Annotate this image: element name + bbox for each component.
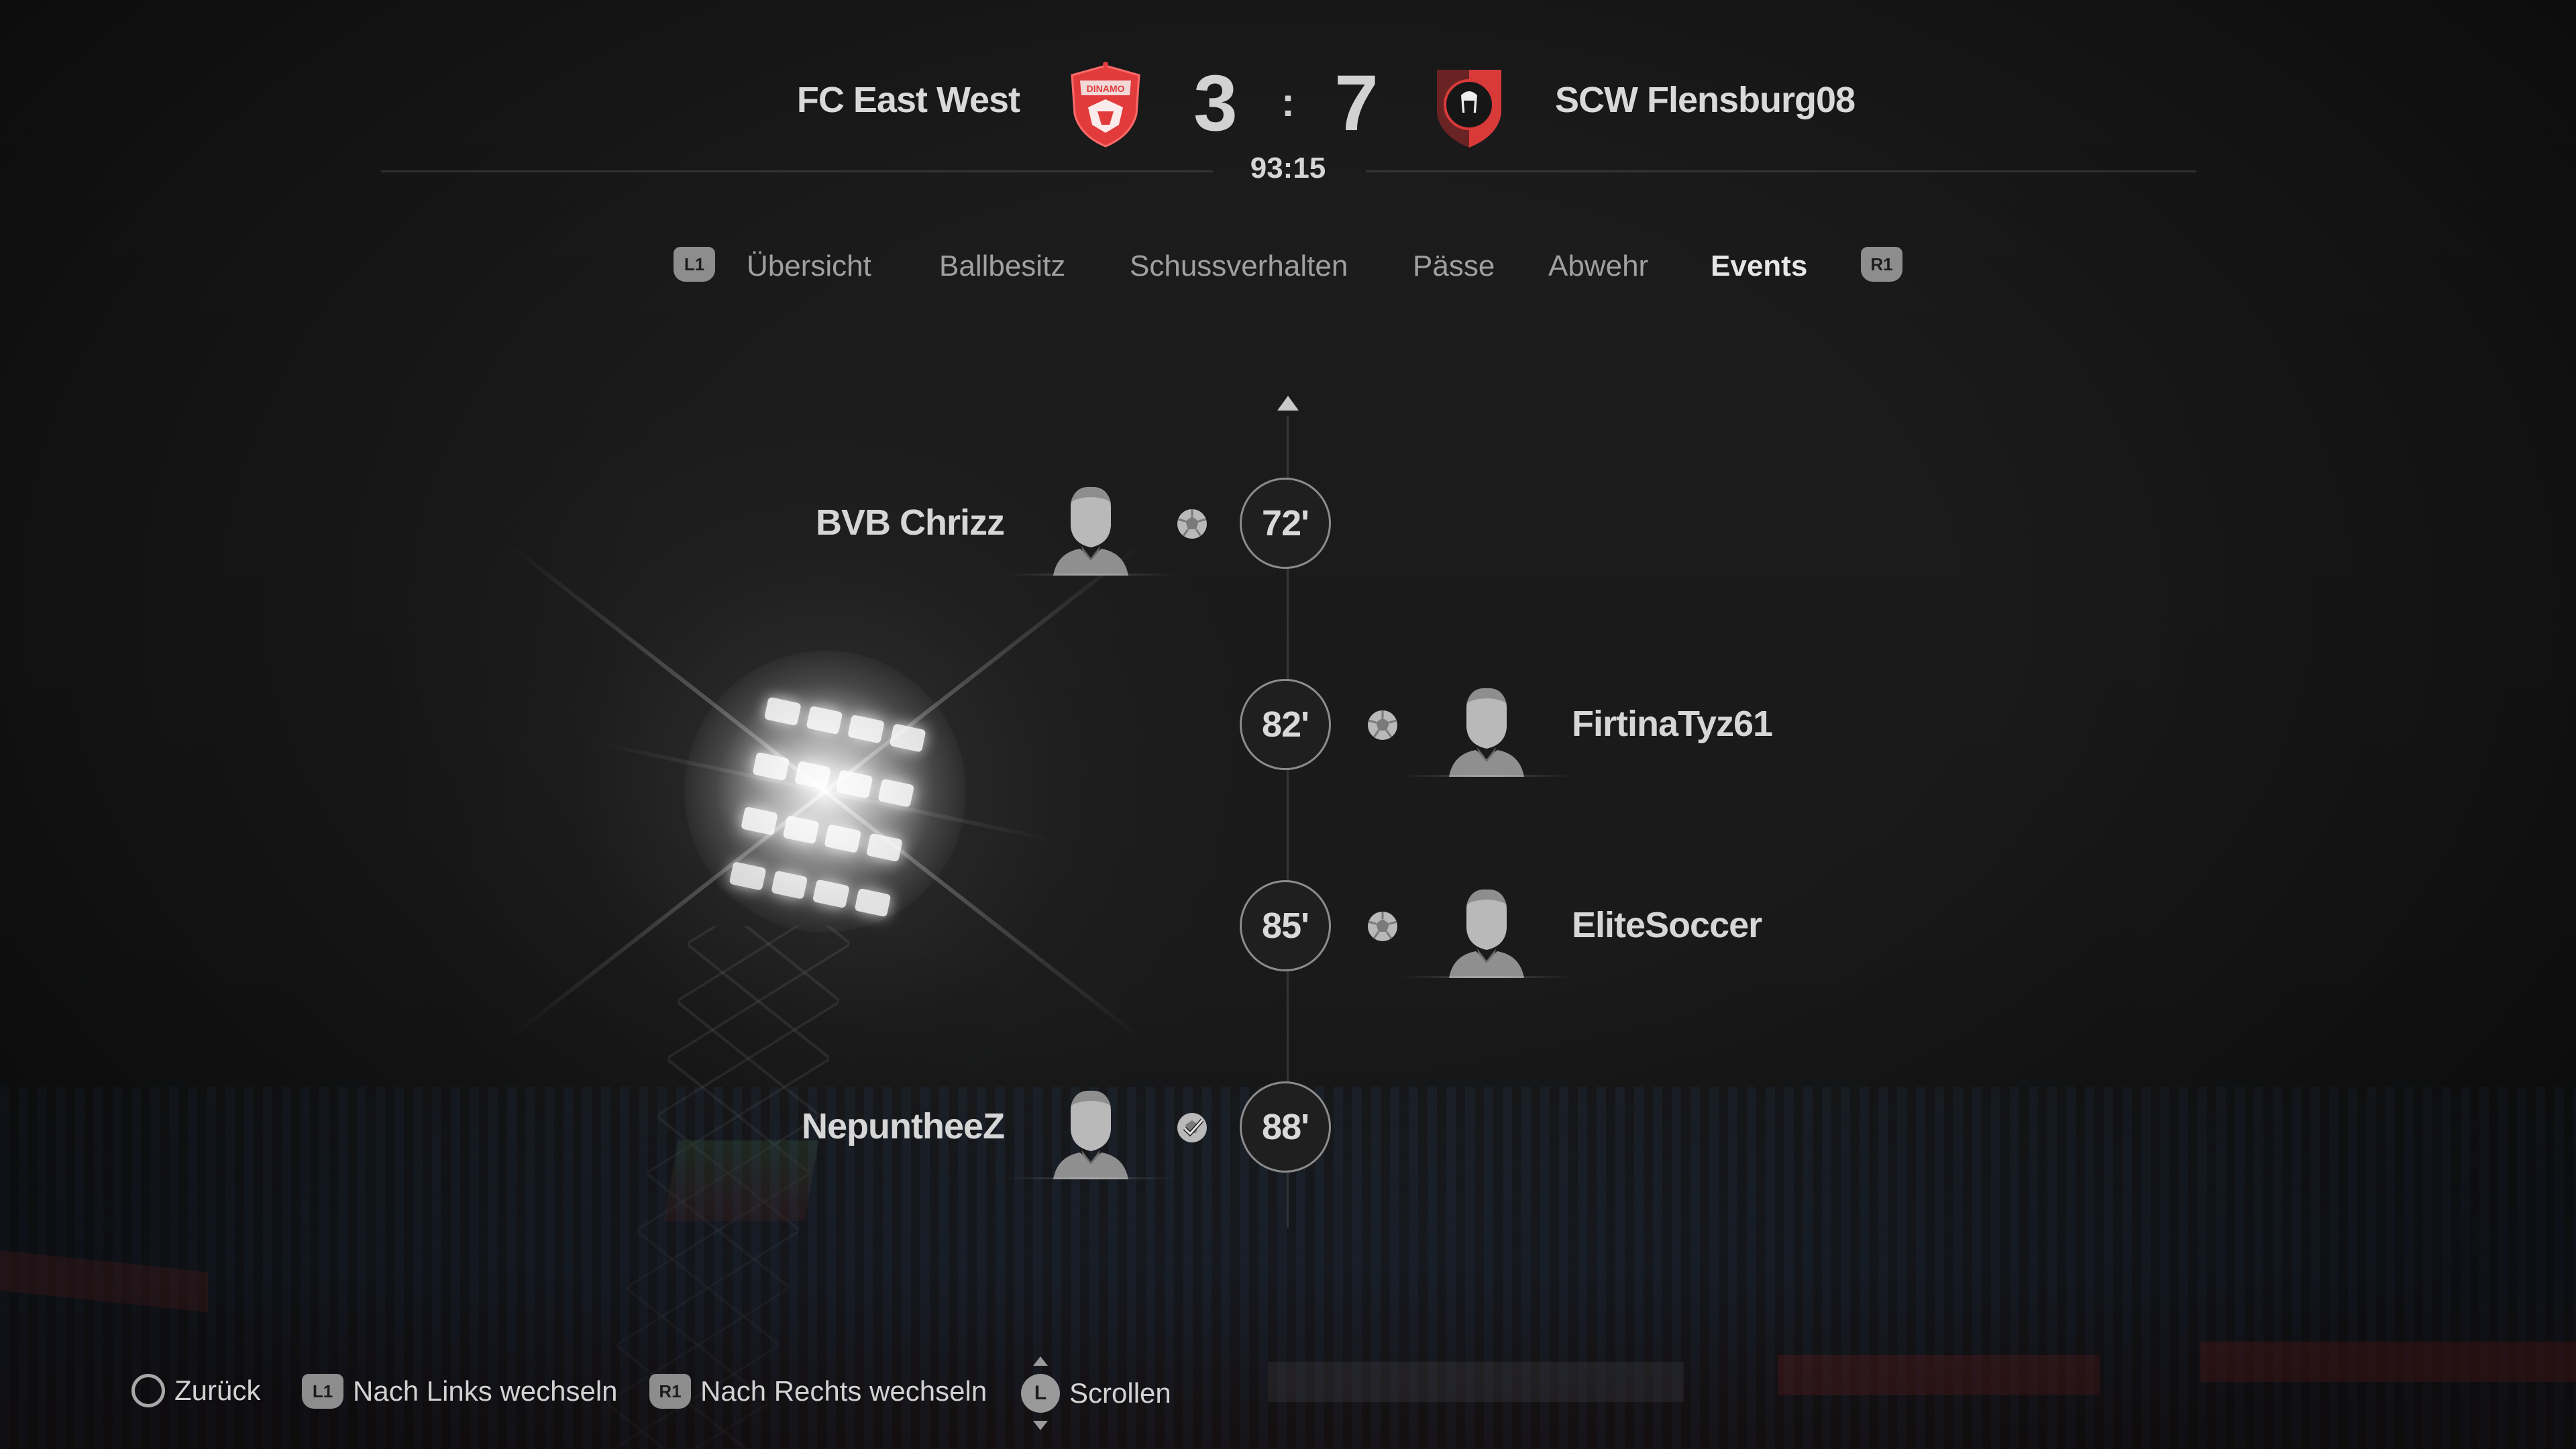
tab-events[interactable]: Events bbox=[1711, 250, 1807, 283]
svg-text:DINAMO: DINAMO bbox=[1087, 83, 1125, 94]
left-stick-icon[interactable]: L bbox=[1021, 1356, 1060, 1430]
r1-button-icon[interactable]: R1 bbox=[1861, 247, 1902, 282]
switch-right-hint[interactable]: R1 Nach Rechts wechseln bbox=[649, 1374, 987, 1409]
scroll-up-arrow-icon[interactable] bbox=[1277, 396, 1299, 411]
divider-line bbox=[381, 170, 1213, 172]
player-avatar bbox=[1004, 1085, 1178, 1179]
tab-overview[interactable]: Übersicht bbox=[747, 250, 871, 283]
stick-down-arrow-icon bbox=[1033, 1421, 1048, 1430]
player-silhouette-icon bbox=[1449, 688, 1524, 777]
event-row[interactable]: BVB Chrizz 72' bbox=[0, 478, 2576, 578]
tab-defense[interactable]: Abwehr bbox=[1548, 250, 1648, 283]
home-crest-icon: DINAMO bbox=[1071, 62, 1140, 148]
player-silhouette-icon bbox=[1053, 486, 1128, 576]
event-row[interactable]: 85' EliteSoccer bbox=[0, 880, 2576, 981]
event-minute: 88' bbox=[1240, 1081, 1331, 1173]
player-name: EliteSoccer bbox=[1572, 905, 1762, 945]
home-score: 3 bbox=[1193, 59, 1238, 148]
l1-button-icon[interactable]: L1 bbox=[674, 247, 715, 282]
player-silhouette-icon bbox=[1449, 889, 1524, 978]
away-crest-icon bbox=[1437, 70, 1501, 148]
match-stats-screen: FC East West DINAMO 3 : 7 SCW Flensburg0… bbox=[0, 0, 2576, 1449]
circle-button-icon[interactable] bbox=[131, 1374, 165, 1407]
back-label: Zurück bbox=[174, 1375, 261, 1406]
l1-button-icon[interactable]: L1 bbox=[302, 1374, 343, 1409]
ball-icon bbox=[1368, 912, 1397, 941]
home-team-name: FC East West bbox=[796, 80, 1020, 120]
event-minute: 82' bbox=[1240, 679, 1331, 770]
r1-button-icon[interactable]: R1 bbox=[649, 1374, 691, 1409]
score-separator: : bbox=[1281, 80, 1295, 125]
player-avatar bbox=[1399, 884, 1574, 978]
player-avatar bbox=[1004, 482, 1178, 576]
button-hints: Zurück L1 Nach Links wechseln R1 Nach Re… bbox=[0, 1356, 2576, 1430]
player-silhouette-icon bbox=[1053, 1090, 1128, 1179]
stick-up-arrow-icon bbox=[1033, 1356, 1048, 1366]
divider-line bbox=[1366, 170, 2196, 172]
tab-shooting[interactable]: Schussverhalten bbox=[1130, 250, 1348, 283]
tab-passes[interactable]: Pässe bbox=[1413, 250, 1495, 283]
tab-possession[interactable]: Ballbesitz bbox=[939, 250, 1065, 283]
player-avatar bbox=[1399, 683, 1574, 777]
player-name: FirtinaTyz61 bbox=[1572, 704, 1773, 744]
away-score: 7 bbox=[1334, 59, 1379, 148]
back-hint[interactable]: Zurück bbox=[131, 1374, 260, 1407]
scroll-hint[interactable]: L Scrollen bbox=[1021, 1356, 1171, 1430]
player-name: NepuntheeZ bbox=[801, 1106, 1005, 1146]
scoreboard: FC East West DINAMO 3 : 7 SCW Flensburg0… bbox=[0, 0, 2576, 201]
switch-left-hint[interactable]: L1 Nach Links wechseln bbox=[302, 1374, 618, 1409]
event-minute: 85' bbox=[1240, 880, 1331, 971]
stats-tab-bar: L1 Übersicht Ballbesitz Schussverhalten … bbox=[0, 240, 2576, 294]
away-team-name: SCW Flensburg08 bbox=[1555, 80, 1856, 120]
ball-icon bbox=[1368, 710, 1397, 740]
switch-left-label: Nach Links wechseln bbox=[353, 1375, 618, 1407]
event-row[interactable]: NepuntheeZ 88' bbox=[0, 1081, 2576, 1182]
ball-check-icon bbox=[1177, 1113, 1207, 1142]
match-clock: 93:15 bbox=[1250, 152, 1326, 184]
ball-icon bbox=[1177, 509, 1207, 539]
event-minute: 72' bbox=[1240, 478, 1331, 569]
event-row[interactable]: 82' FirtinaTyz61 bbox=[0, 679, 2576, 780]
player-name: BVB Chrizz bbox=[815, 502, 1005, 543]
switch-right-label: Nach Rechts wechseln bbox=[700, 1375, 987, 1407]
left-stick-label: L bbox=[1034, 1382, 1047, 1404]
scroll-label: Scrollen bbox=[1069, 1377, 1171, 1409]
